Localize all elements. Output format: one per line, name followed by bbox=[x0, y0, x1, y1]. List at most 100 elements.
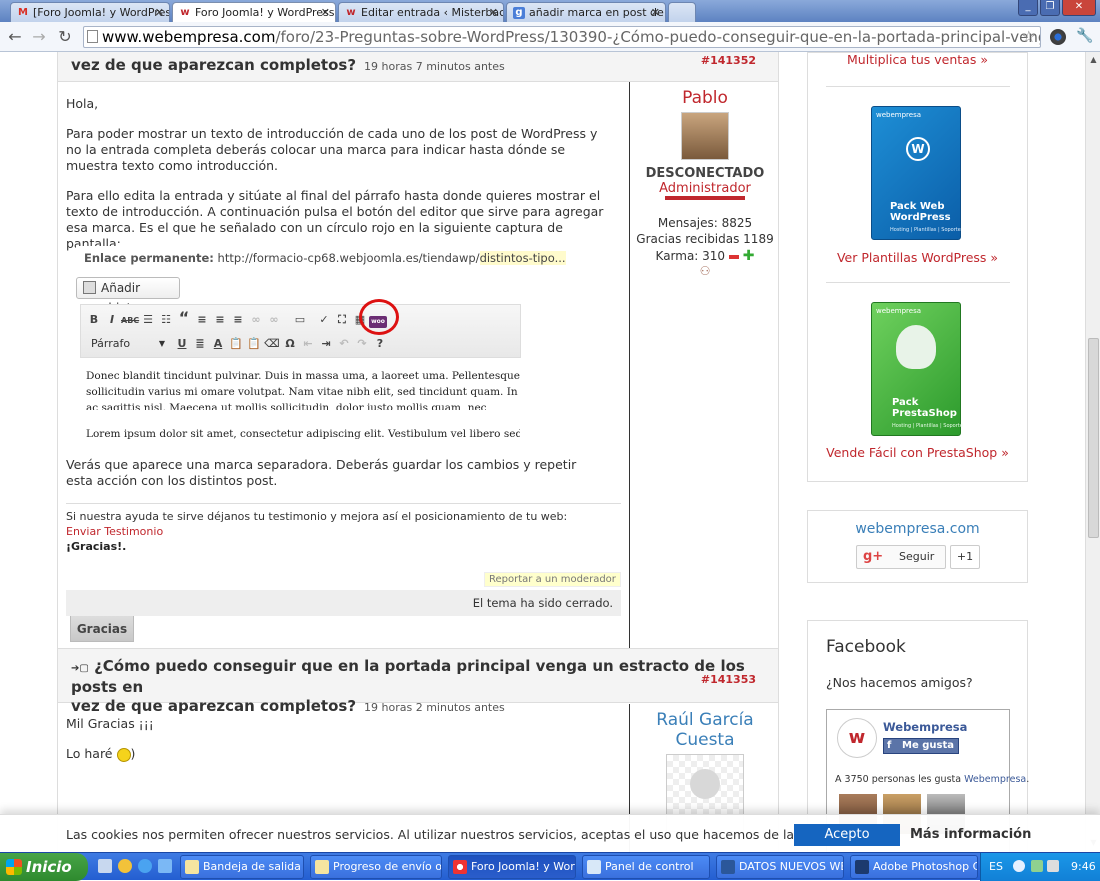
signature-thanks: ¡Gracias!. bbox=[66, 540, 127, 553]
closed-notice-bar: El tema ha sido cerrado. bbox=[66, 590, 621, 616]
author-messages: Mensajes: 8825 bbox=[657, 216, 753, 230]
close-icon[interactable]: ✕ bbox=[651, 6, 660, 19]
system-tray: ES 9:46 bbox=[980, 853, 1100, 881]
vende-facil-prestashop-link[interactable]: Vende Fácil con PrestaShop » bbox=[807, 445, 1028, 460]
close-icon[interactable]: ✕ bbox=[155, 6, 164, 19]
author-gratitude: Gracias recibidas 1189 bbox=[636, 232, 774, 246]
undo-icon: ↶ bbox=[339, 337, 349, 350]
author-name[interactable]: Pablo bbox=[630, 88, 780, 108]
gmail-icon: M bbox=[18, 7, 28, 18]
tab-google[interactable]: g añadir marca en post de wor ✕ bbox=[506, 2, 666, 22]
gplus-count[interactable]: +1 bbox=[950, 545, 980, 569]
avatar[interactable] bbox=[681, 112, 729, 160]
multiplica-ventas-link[interactable]: Multiplica tus ventas » bbox=[807, 52, 1028, 67]
quicklaunch-icon[interactable] bbox=[158, 859, 172, 873]
report-moderator-link[interactable]: Reportar a un moderador bbox=[484, 572, 621, 587]
post-header: vez de que aparezcan completos? 19 horas … bbox=[58, 52, 778, 82]
facebook-like-button[interactable]: f Me gusta bbox=[883, 738, 959, 754]
taskbar-item[interactable]: Bandeja de salida - ... bbox=[180, 855, 304, 879]
post-title[interactable]: vez de que aparezcan completos? 19 horas … bbox=[71, 56, 505, 76]
taskbar-item[interactable]: Foro Joomla! y Word... bbox=[448, 855, 576, 879]
google-plus-box: webempresa.com g+ Seguir +1 bbox=[807, 510, 1028, 583]
outdent-icon: ⇤ bbox=[303, 337, 313, 350]
start-button[interactable]: Inicio bbox=[0, 853, 88, 881]
webempresa-icon: w bbox=[180, 7, 190, 18]
cookie-text: Las cookies nos permiten ofrecer nuestro… bbox=[66, 827, 852, 842]
page-viewport: vez de que aparezcan completos? 19 horas … bbox=[0, 52, 1100, 852]
special-char-icon: Ω bbox=[285, 337, 295, 350]
tab-editar-entrada[interactable]: w Editar entrada ‹ Misterbacks ✕ bbox=[338, 2, 504, 22]
text-color-icon: A bbox=[213, 337, 223, 350]
close-window-icon[interactable]: ✕ bbox=[1062, 0, 1096, 16]
close-icon[interactable]: ✕ bbox=[321, 6, 330, 19]
post-title[interactable]: ➔▢ ¿Cómo puedo conseguir que en la porta… bbox=[71, 657, 778, 717]
facebook-page-link[interactable]: Webempresa bbox=[883, 720, 967, 734]
taskbar-item[interactable]: Progreso de envío o ... bbox=[310, 855, 442, 879]
redo-icon: ↷ bbox=[357, 337, 367, 350]
reload-icon[interactable]: ↻ bbox=[54, 27, 76, 47]
send-testimonial-link[interactable]: Enviar Testimonio bbox=[66, 525, 163, 538]
prestashop-mascot-icon bbox=[896, 325, 936, 369]
taskbar-item[interactable]: DATOS NUEVOS WE... bbox=[716, 855, 844, 879]
wrench-icon[interactable]: 🔧 bbox=[1076, 28, 1093, 44]
browser-toolbar: ← → ↻ www.webempresa.com/foro/23-Pregunt… bbox=[0, 22, 1100, 52]
italic-icon: I bbox=[109, 313, 115, 326]
minimize-icon[interactable]: _ bbox=[1018, 0, 1038, 16]
strike-icon: ABC bbox=[121, 316, 140, 325]
number-list-icon: ☷ bbox=[161, 313, 171, 326]
bold-icon: B bbox=[89, 313, 99, 326]
maximize-icon[interactable]: ❐ bbox=[1040, 0, 1060, 16]
taskbar-item[interactable]: Adobe Photoshop CS3 bbox=[850, 855, 978, 879]
page-scrollbar[interactable]: ▲ ▼ bbox=[1085, 52, 1100, 852]
forum-thread: vez de que aparezcan completos? 19 horas … bbox=[57, 52, 779, 852]
wordpress-logo-icon: W bbox=[906, 137, 930, 161]
post-number[interactable]: #141353 bbox=[701, 673, 756, 686]
karma-minus-icon[interactable] bbox=[728, 254, 739, 259]
karma-plus-icon[interactable]: ✚ bbox=[743, 248, 755, 264]
ie-quicklaunch-icon[interactable] bbox=[138, 859, 152, 873]
tray-icon[interactable] bbox=[1013, 860, 1025, 872]
pack-wordpress-image[interactable]: webempresa W Pack Web WordPress Hosting … bbox=[871, 106, 961, 240]
post-paragraph: Mil Gracias ¡¡¡ bbox=[66, 716, 154, 731]
editor-screenshot-image: Enlace permanente: http://formacio-cp68.… bbox=[76, 246, 566, 442]
close-icon[interactable]: ✕ bbox=[489, 6, 498, 19]
scroll-up-icon[interactable]: ▲ bbox=[1088, 55, 1099, 66]
more-info-link[interactable]: Más información bbox=[910, 827, 1031, 842]
pack-prestashop-image[interactable]: webempresa Pack PrestaShop Hosting | Pla… bbox=[871, 302, 963, 436]
extension-icon[interactable] bbox=[1050, 29, 1066, 45]
network-icon[interactable] bbox=[1047, 860, 1059, 872]
post-number[interactable]: #141352 bbox=[701, 54, 756, 67]
chrome-quicklaunch-icon[interactable] bbox=[118, 859, 132, 873]
language-indicator[interactable]: ES bbox=[989, 853, 1003, 881]
tray-icon[interactable] bbox=[1031, 860, 1043, 872]
forward-arrow-icon[interactable]: → bbox=[28, 27, 50, 47]
editor-sample-text: Donec blandit tincidunt pulvinar. Duis i… bbox=[86, 370, 520, 410]
chevron-down-icon: ▼ bbox=[158, 339, 165, 348]
gplus-follow-button[interactable]: g+ Seguir bbox=[856, 545, 946, 569]
taskbar-item[interactable]: Panel de control bbox=[582, 855, 710, 879]
word-icon bbox=[721, 860, 735, 874]
scroll-thumb[interactable] bbox=[1088, 338, 1099, 538]
post-icon: ➔▢ bbox=[71, 663, 89, 674]
tab-foro[interactable]: w Foro Joomla! y WordPress :: ✕ bbox=[172, 2, 336, 22]
facebook-icon: f bbox=[887, 740, 892, 751]
spellcheck-icon: ✓ bbox=[319, 313, 329, 326]
author-panel: Pablo DESCONECTADO Administrador Mensaje… bbox=[630, 88, 780, 278]
author-name[interactable]: Raúl García Cuesta bbox=[630, 710, 780, 750]
ver-plantillas-wordpress-link[interactable]: Ver Plantillas WordPress » bbox=[807, 250, 1028, 265]
show-desktop-icon[interactable] bbox=[98, 859, 112, 873]
clock[interactable]: 9:46 bbox=[1071, 853, 1096, 881]
post-paragraph: Verás que aparece una marca separadora. … bbox=[66, 457, 577, 488]
tab-gmail[interactable]: M [Foro Joomla! y WordPress] ✕ bbox=[10, 2, 170, 22]
justify-icon: ≣ bbox=[195, 337, 205, 350]
new-tab-button[interactable] bbox=[668, 2, 696, 22]
bookmark-star-icon[interactable]: ☆ bbox=[1022, 27, 1036, 47]
gplus-title[interactable]: webempresa.com bbox=[808, 521, 1027, 537]
back-arrow-icon[interactable]: ← bbox=[4, 27, 26, 47]
address-bar[interactable]: www.webempresa.com/foro/23-Preguntas-sob… bbox=[83, 26, 1041, 48]
mail-icon bbox=[315, 860, 329, 874]
red-circle-highlight bbox=[359, 299, 399, 335]
thanks-button[interactable]: Gracias bbox=[70, 616, 134, 642]
underline-icon: U bbox=[177, 337, 187, 350]
accept-cookies-button[interactable]: Acepto bbox=[794, 824, 900, 846]
